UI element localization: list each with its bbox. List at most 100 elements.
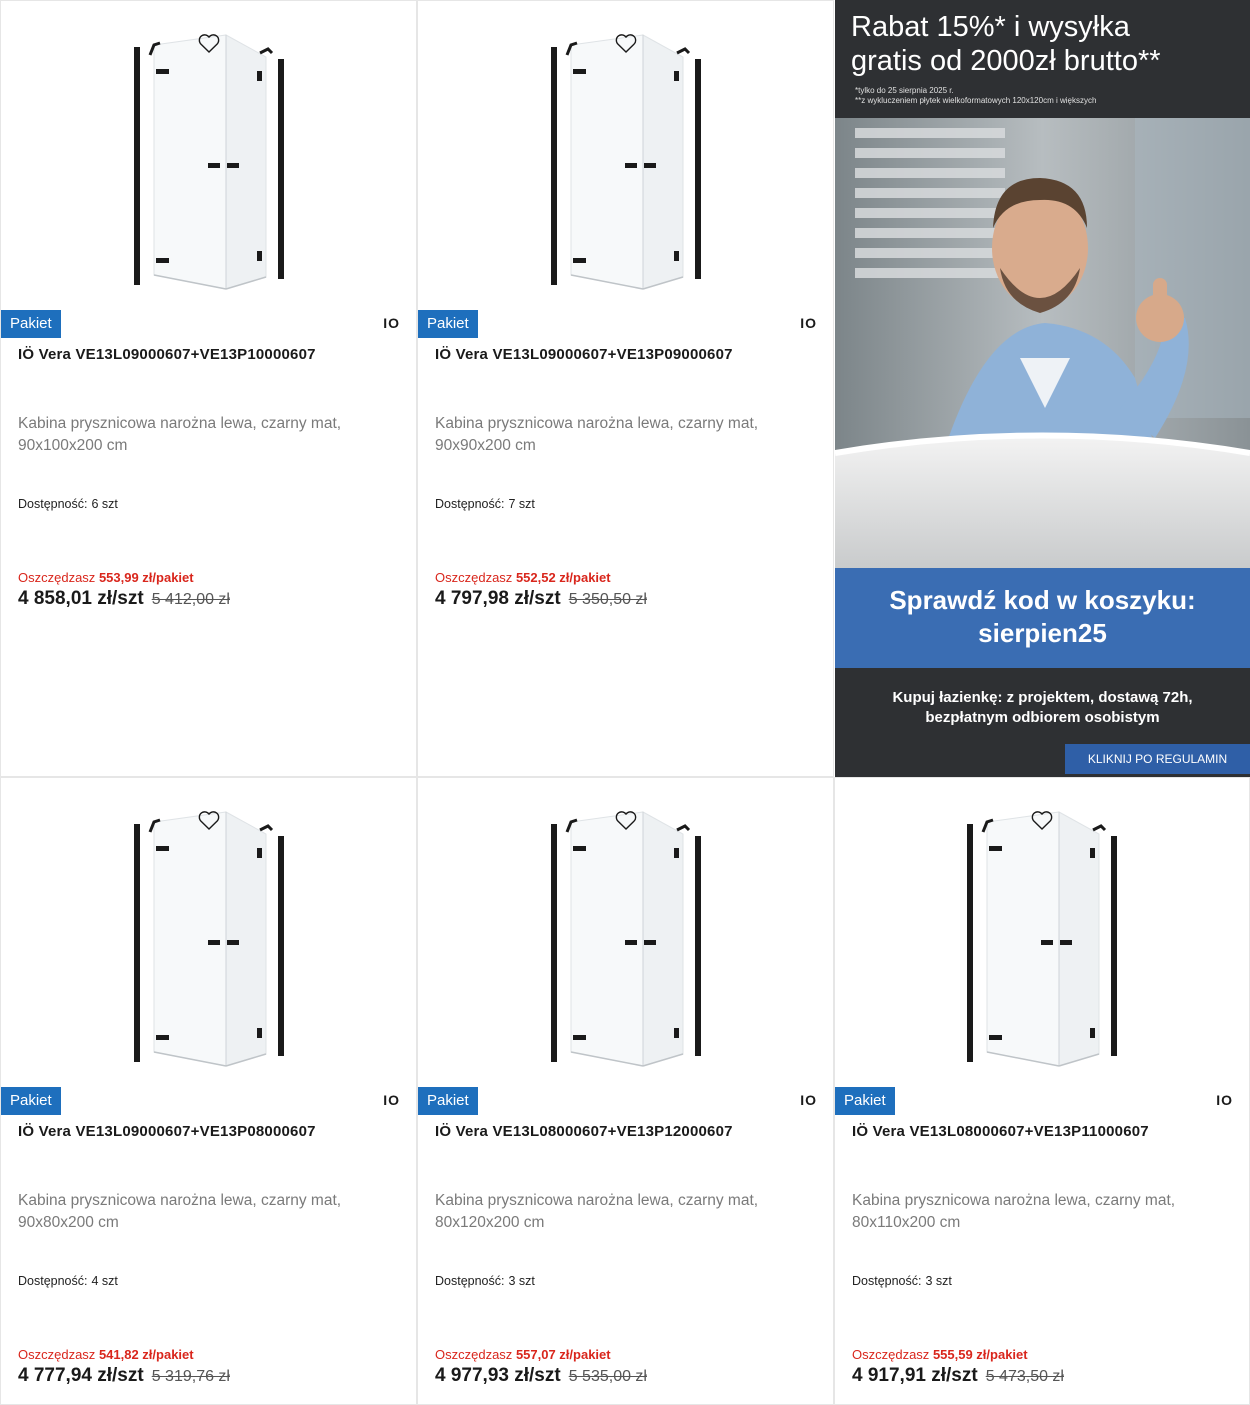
current-price: 4 858,01 zł/szt [18, 588, 144, 609]
package-badge: Pakiet [418, 1087, 478, 1115]
savings-value: 541,82 zł/pakiet [98, 1347, 194, 1362]
product-card[interactable]: Pakiet IO IÖ Vera VE13L08000607+VE13P120… [417, 777, 834, 1405]
product-description: Kabina prysznicowa narożna lewa, czarny … [18, 1192, 342, 1231]
regulations-button[interactable]: KLIKNIJ PO REGULAMIN [1065, 744, 1250, 774]
availability-value: 4 szt [91, 1274, 118, 1288]
heart-outline-icon[interactable] [614, 31, 638, 55]
availability-label: Dostępność: [18, 1274, 88, 1288]
package-badge: Pakiet [835, 1087, 895, 1115]
availability-value: 3 szt [508, 1274, 535, 1288]
banner-headline-line-2: gratis od 2000zł brutto** [851, 45, 1161, 77]
brand-logo: IO [800, 1092, 817, 1108]
availability-label: Dostępność: [852, 1274, 922, 1288]
shower-cabin-image [967, 811, 1117, 1067]
old-price: 5 319,76 zł [151, 1368, 230, 1385]
product-image[interactable] [1, 778, 416, 1086]
current-price: 4 977,93 zł/szt [435, 1365, 561, 1386]
product-image[interactable] [1, 1, 416, 309]
availability-value: 6 szt [91, 497, 118, 511]
savings-value: 557,07 zł/pakiet [515, 1347, 611, 1362]
savings-text: Oszczędzasz 557,07 zł/pakiet [435, 1347, 611, 1362]
price-row: 4 797,98 zł/szt 5 350,50 zł [435, 588, 647, 610]
brand-logo: IO [1216, 1092, 1233, 1108]
heart-outline-icon[interactable] [197, 808, 221, 832]
product-grid: Pakiet IO IÖ Vera VE13L09000607+VE13P100… [0, 0, 1250, 1405]
banner-code-section: Sprawdź kod w koszyku: sierpien25 [835, 568, 1250, 668]
old-price: 5 350,50 zł [568, 591, 647, 608]
price-row: 4 917,91 zł/szt 5 473,50 zł [852, 1365, 1064, 1387]
savings-text: Oszczędzasz 541,82 zł/pakiet [18, 1347, 194, 1362]
product-title[interactable]: IÖ Vera VE13L08000607+VE13P12000607 [435, 1123, 733, 1140]
product-title[interactable]: IÖ Vera VE13L08000607+VE13P11000607 [852, 1123, 1149, 1140]
product-description: Kabina prysznicowa narożna lewa, czarny … [435, 415, 759, 454]
savings-value: 552,52 zł/pakiet [515, 570, 611, 585]
product-title[interactable]: IÖ Vera VE13L09000607+VE13P09000607 [435, 346, 733, 363]
banner-footnote-2: **z wykluczeniem płytek wielkoformatowyc… [855, 96, 1097, 105]
banner-code-value: sierpien25 [978, 618, 1107, 648]
banner-footnote-1: *tylko do 25 sierpnia 2025 r. [855, 86, 954, 95]
savings-text: Oszczędzasz 552,52 zł/pakiet [435, 570, 611, 585]
banner-headline-line-1: Rabat 15%* i wysyłka [851, 11, 1130, 43]
banner-code-text: Sprawdź kod w koszyku: [889, 585, 1196, 615]
old-price: 5 535,00 zł [568, 1368, 647, 1385]
savings-label: Oszczędzasz [852, 1347, 930, 1362]
price-row: 4 977,93 zł/szt 5 535,00 zł [435, 1365, 647, 1387]
savings-text: Oszczędzasz 553,99 zł/pakiet [18, 570, 194, 585]
availability-value: 3 szt [925, 1274, 952, 1288]
old-price: 5 412,00 zł [151, 591, 230, 608]
man-in-bathtub-illustration [835, 118, 1250, 568]
banner-headline: Rabat 15%* i wysyłka gratis od 2000zł br… [851, 10, 1161, 78]
availability-label: Dostępność: [435, 1274, 505, 1288]
availability-value: 7 szt [508, 497, 535, 511]
price-row: 4 858,01 zł/szt 5 412,00 zł [18, 588, 230, 610]
product-card[interactable]: Pakiet IO IÖ Vera VE13L09000607+VE13P100… [0, 0, 417, 777]
product-image[interactable] [418, 778, 833, 1086]
old-price: 5 473,50 zł [985, 1368, 1064, 1385]
banner-photo [835, 118, 1250, 568]
brand-logo: IO [383, 315, 400, 331]
product-title[interactable]: IÖ Vera VE13L09000607+VE13P08000607 [18, 1123, 316, 1140]
product-card[interactable]: Pakiet IO IÖ Vera VE13L08000607+VE13P110… [834, 777, 1250, 1405]
product-card[interactable]: Pakiet IO IÖ Vera VE13L09000607+VE13P080… [0, 777, 417, 1405]
availability-label: Dostępność: [18, 497, 88, 511]
brand-logo: IO [383, 1092, 400, 1108]
savings-label: Oszczędzasz [435, 570, 513, 585]
shower-cabin-image [133, 34, 284, 290]
availability-label: Dostępność: [435, 497, 505, 511]
availability: Dostępność: 4 szt [18, 1274, 122, 1288]
shower-cabin-image [133, 811, 284, 1067]
brand-logo: IO [800, 315, 817, 331]
savings-value: 553,99 zł/pakiet [98, 570, 194, 585]
savings-label: Oszczędzasz [18, 570, 96, 585]
promo-banner[interactable]: Rabat 15%* i wysyłka gratis od 2000zł br… [835, 0, 1250, 777]
product-description: Kabina prysznicowa narożna lewa, czarny … [18, 415, 342, 454]
price-row: 4 777,94 zł/szt 5 319,76 zł [18, 1365, 230, 1387]
availability: Dostępność: 7 szt [435, 497, 539, 511]
product-title[interactable]: IÖ Vera VE13L09000607+VE13P10000607 [18, 346, 316, 363]
heart-outline-icon[interactable] [197, 31, 221, 55]
package-badge: Pakiet [418, 310, 478, 338]
product-description: Kabina prysznicowa narożna lewa, czarny … [852, 1192, 1176, 1231]
availability: Dostępność: 6 szt [18, 497, 122, 511]
shower-cabin-image [550, 811, 701, 1067]
current-price: 4 777,94 zł/szt [18, 1365, 144, 1386]
current-price: 4 797,98 zł/szt [435, 588, 561, 609]
savings-text: Oszczędzasz 555,59 zł/pakiet [852, 1347, 1028, 1362]
package-badge: Pakiet [1, 1087, 61, 1115]
availability: Dostępność: 3 szt [852, 1274, 956, 1288]
product-image[interactable] [835, 778, 1249, 1086]
banner-info-line-1: Kupuj łazienkę: z projektem, dostawą 72h… [892, 689, 1193, 706]
shower-cabin-image [550, 34, 701, 290]
heart-outline-icon[interactable] [1030, 808, 1054, 832]
availability: Dostępność: 3 szt [435, 1274, 539, 1288]
product-card[interactable]: Pakiet IO IÖ Vera VE13L09000607+VE13P090… [417, 0, 834, 777]
banner-info-line-2: bezpłatnym odbiorem osobistym [925, 709, 1160, 726]
heart-outline-icon[interactable] [614, 808, 638, 832]
product-description: Kabina prysznicowa narożna lewa, czarny … [435, 1192, 759, 1231]
current-price: 4 917,91 zł/szt [852, 1365, 978, 1386]
savings-value: 555,59 zł/pakiet [932, 1347, 1028, 1362]
product-image[interactable] [418, 1, 833, 309]
savings-label: Oszczędzasz [435, 1347, 513, 1362]
package-badge: Pakiet [1, 310, 61, 338]
banner-header: Rabat 15%* i wysyłka gratis od 2000zł br… [835, 0, 1250, 118]
